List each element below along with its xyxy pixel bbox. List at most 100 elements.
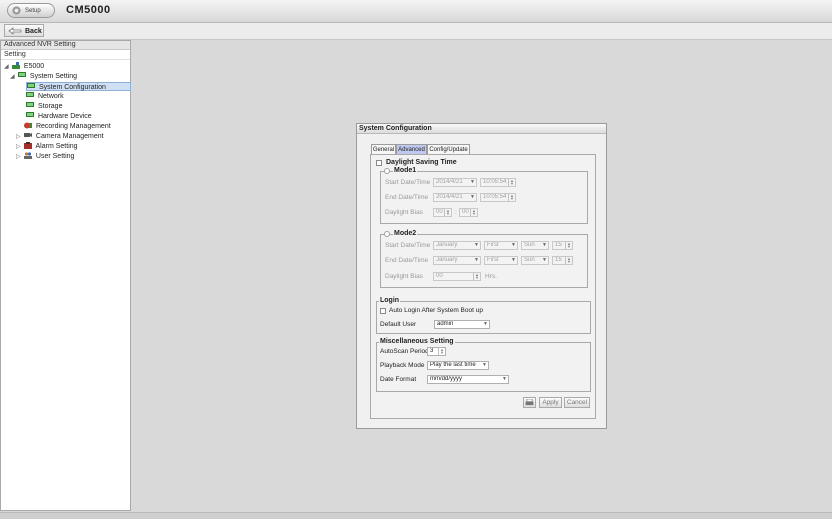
spinner-icon: ▲ ▼	[565, 242, 572, 249]
spinner-icon: ▲ ▼	[565, 257, 572, 264]
expander-icon[interactable]: ▷	[16, 133, 22, 142]
monitor-icon	[26, 102, 34, 107]
mode1-start-time[interactable]: 10:05:54 ▲ ▼	[480, 178, 516, 187]
tab-advanced[interactable]: Advanced	[396, 144, 427, 154]
mode2-radio[interactable]	[384, 231, 390, 237]
field-value: 00	[462, 209, 469, 215]
tree-item-label: Network	[37, 93, 64, 100]
field-value: 10:05:54	[483, 194, 507, 200]
monitor-icon	[26, 92, 34, 97]
mode2-end-month[interactable]: January ▼	[433, 256, 481, 265]
system-configuration-panel: System Configuration General Advanced Co…	[356, 123, 607, 429]
dst-label: Daylight Saving Time	[385, 159, 458, 167]
field-value: First	[487, 242, 499, 248]
tree-item-label: System Setting	[29, 73, 77, 80]
tree-item-recording-management[interactable]: Recording Management	[24, 122, 111, 131]
default-user-label: Default User	[380, 321, 417, 328]
tree-item-hardware-device[interactable]: Hardware Device	[26, 112, 92, 121]
expander-icon[interactable]: ▷	[16, 143, 22, 152]
back-button[interactable]: Back	[4, 24, 44, 37]
nvr-device-icon	[11, 62, 20, 69]
mode1-label: Mode1	[393, 167, 418, 175]
tab-config-update[interactable]: Config/Update	[427, 144, 470, 154]
field-value: 2014/4/21	[436, 194, 463, 200]
date-format-select[interactable]: mm/dd/yyyy ▼	[427, 375, 509, 384]
sidebar-header: Advanced NVR Setting	[1, 41, 130, 50]
expander-icon[interactable]: ▷	[16, 153, 22, 162]
settings-sidebar: Advanced NVR Setting Setting ◢ E5000 ◢ S…	[0, 40, 131, 511]
mode2-start-label: Start Date/Time	[385, 242, 431, 249]
tree-item-label: User Setting	[35, 153, 75, 160]
bias-unit-label: Hrs.	[485, 273, 497, 280]
expander-icon[interactable]: ◢	[4, 63, 10, 72]
back-label: Back	[25, 28, 42, 35]
mode2-bias-value[interactable]: 00 ▲ ▼	[433, 272, 481, 281]
mode1-bias-minutes[interactable]: 00 ▲ ▼	[459, 208, 478, 217]
dst-checkbox[interactable]	[376, 160, 382, 166]
field-value: Play the last time	[430, 362, 476, 368]
tree-item-alarm-setting[interactable]: ▷ Alarm Setting	[16, 142, 78, 151]
spinner-icon: ▲ ▼	[444, 209, 451, 216]
mode1-end-date[interactable]: 2014/4/21 ▼	[433, 193, 477, 202]
mode2-end-hour[interactable]: 15 ▲ ▼	[552, 256, 573, 265]
users-icon	[23, 152, 32, 159]
field-value: 3	[430, 348, 434, 354]
advanced-tab-content: Daylight Saving Time Mode1 Start Date/Ti…	[370, 154, 596, 419]
mode2-label: Mode2	[393, 230, 418, 238]
monitor-icon	[26, 112, 34, 117]
mode2-group: Mode2 Start Date/Time January ▼ First ▼ …	[380, 230, 588, 288]
mode1-radio[interactable]	[384, 168, 390, 174]
autoscan-label: AutoScan Period	[380, 348, 429, 355]
mode2-end-day[interactable]: Sun ▼	[521, 256, 549, 265]
camera-icon	[23, 133, 32, 137]
print-button[interactable]	[523, 397, 536, 408]
mode2-start-month[interactable]: January ▼	[433, 241, 481, 250]
field-value: admin	[437, 321, 454, 327]
tree-item-e5000[interactable]: ◢ E5000	[4, 62, 44, 71]
mode1-start-date[interactable]: 2014/4/21 ▼	[433, 178, 477, 187]
tree-item-label: Hardware Device	[37, 113, 92, 120]
tab-general[interactable]: General	[371, 144, 396, 154]
alarm-icon	[23, 142, 32, 149]
apply-button[interactable]: Apply	[539, 397, 562, 408]
mode2-start-hour[interactable]: 15 ▲ ▼	[552, 241, 573, 250]
tree-item-storage[interactable]: Storage	[26, 102, 62, 111]
tree-item-label: Alarm Setting	[35, 143, 78, 150]
tree-item-system-configuration[interactable]: System Configuration	[26, 82, 131, 91]
spinner-icon: ▲ ▼	[473, 273, 480, 280]
mode2-start-day[interactable]: Sun ▼	[521, 241, 549, 250]
mode1-bias-hours[interactable]: 00 ▲ ▼	[433, 208, 452, 217]
tree-item-label: Storage	[37, 103, 63, 110]
cancel-button[interactable]: Cancel	[564, 397, 590, 408]
tree-item-user-setting[interactable]: ▷ User Setting	[16, 152, 74, 161]
tree-item-camera-management[interactable]: ▷ Camera Management	[16, 132, 104, 141]
monitor-icon	[17, 72, 26, 77]
mode1-group: Mode1 Start Date/Time 2014/4/21 ▼ 10:05:…	[380, 167, 588, 224]
mode1-end-label: End Date/Time	[385, 194, 429, 201]
login-label: Login	[379, 297, 401, 305]
mode2-start-week[interactable]: First ▼	[484, 241, 518, 250]
tree-item-network[interactable]: Network	[26, 92, 64, 101]
expander-icon[interactable]: ◢	[10, 73, 16, 82]
spinner-icon: ▲ ▼	[508, 194, 515, 201]
tree-item-label: Camera Management	[35, 133, 104, 140]
auto-login-checkbox[interactable]	[380, 308, 386, 314]
setup-button[interactable]: Setup	[7, 3, 55, 18]
tree-item-label: E5000	[23, 63, 45, 70]
mode2-end-week[interactable]: First ▼	[484, 256, 518, 265]
navigation-bar: Back	[0, 23, 832, 40]
printer-icon	[525, 398, 534, 406]
field-value: January	[436, 242, 458, 248]
login-group: Login Auto Login After System Boot up De…	[376, 297, 591, 334]
dropdown-arrow-icon: ▼	[511, 242, 516, 248]
default-user-select[interactable]: admin ▼	[434, 320, 490, 329]
playback-mode-select[interactable]: Play the last time ▼	[427, 361, 489, 370]
mode1-end-time[interactable]: 10:05:54 ▲ ▼	[480, 193, 516, 202]
gear-icon	[12, 6, 21, 15]
panel-title: System Configuration	[357, 124, 606, 134]
mode1-bias-label: Daylight Bias	[385, 209, 423, 216]
tree-item-system-setting[interactable]: ◢ System Setting	[10, 72, 77, 81]
bias-separator: :	[455, 209, 457, 216]
autoscan-period-field[interactable]: 3 ▲ ▼	[427, 347, 446, 356]
app-title: CM5000	[66, 4, 111, 16]
